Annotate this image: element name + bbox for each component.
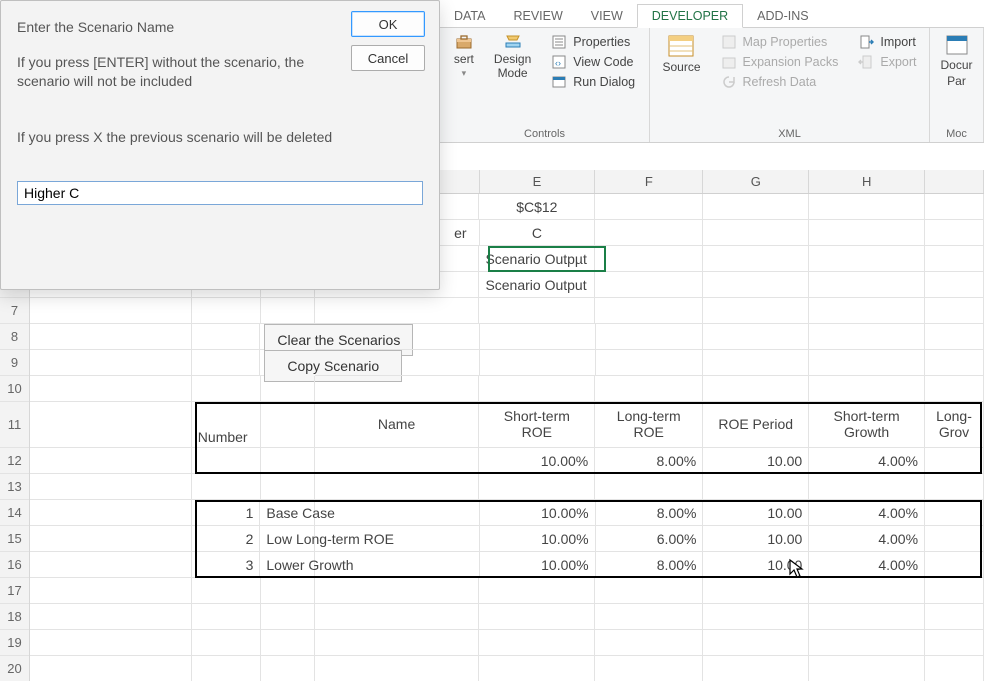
ruler-pencil-icon bbox=[505, 34, 521, 50]
row-header-13[interactable]: 13 bbox=[0, 474, 29, 500]
ok-button[interactable]: OK bbox=[351, 11, 425, 37]
table-row[interactable]: 10.00% 8.00% 10.00 4.00% bbox=[30, 448, 984, 474]
expansion-packs-icon bbox=[721, 54, 737, 70]
scenario-name-dialog: Enter the Scenario Name If you press [EN… bbox=[0, 0, 440, 290]
properties-button[interactable]: Properties bbox=[551, 32, 630, 52]
col-header-f[interactable]: F bbox=[595, 170, 703, 193]
ribbon-group-modify-label: Moc bbox=[946, 126, 967, 140]
ribbon-group-xml-label: XML bbox=[778, 126, 801, 140]
xml-source-button[interactable]: Source bbox=[658, 32, 704, 76]
row-header-14[interactable]: 14 bbox=[0, 500, 29, 526]
tab-data[interactable]: DATA bbox=[440, 5, 499, 27]
table-row[interactable]: 1 Base Case 10.00% 8.00% 10.00 4.00% bbox=[30, 500, 984, 526]
cell-e-scenario-output[interactable]: Scenario Output bbox=[479, 272, 595, 298]
row-header-19[interactable]: 19 bbox=[0, 630, 29, 656]
design-mode-button[interactable]: Design Mode bbox=[490, 32, 535, 82]
ribbon-group-controls-label: Controls bbox=[524, 126, 565, 140]
dialog-instruction-1: If you press [ENTER] without the scenari… bbox=[17, 53, 357, 91]
tab-addins[interactable]: ADD-INS bbox=[743, 5, 822, 27]
cancel-button[interactable]: Cancel bbox=[351, 45, 425, 71]
refresh-icon bbox=[721, 74, 737, 90]
properties-icon bbox=[551, 34, 567, 50]
row-header-7[interactable]: 7 bbox=[0, 298, 29, 324]
col-header-e[interactable]: E bbox=[480, 170, 596, 193]
ribbon-tabs: DATA REVIEW VIEW DEVELOPER ADD-INS bbox=[440, 0, 984, 28]
insert-control-button[interactable]: sert ▾ bbox=[450, 32, 478, 81]
xml-import-button[interactable]: Import bbox=[858, 32, 915, 52]
row-header-16[interactable]: 16 bbox=[0, 552, 29, 578]
document-panel-icon bbox=[945, 34, 969, 56]
row-header-8[interactable]: 8 bbox=[0, 324, 29, 350]
svg-text:‹›: ‹› bbox=[555, 58, 561, 68]
cell-e-scenario-output-active[interactable]: Scenario Outpµt bbox=[479, 246, 595, 272]
row-header-18[interactable]: 18 bbox=[0, 604, 29, 630]
toolbox-icon bbox=[456, 34, 472, 50]
header-short-term-roe: Short-termROE bbox=[485, 402, 588, 447]
header-roe-period: ROE Period bbox=[709, 402, 802, 447]
table-row[interactable]: 3 Lower Growth 10.00% 8.00% 10.00 4.00% bbox=[30, 552, 984, 578]
scenario-name-input[interactable] bbox=[17, 181, 423, 205]
row-header-17[interactable]: 17 bbox=[0, 578, 29, 604]
header-name: Name bbox=[321, 402, 473, 447]
row-header-15[interactable]: 15 bbox=[0, 526, 29, 552]
view-code-icon: ‹› bbox=[551, 54, 567, 70]
header-short-term-growth: Short-termGrowth bbox=[815, 402, 918, 447]
map-properties-button[interactable]: Map Properties bbox=[721, 32, 828, 52]
xml-export-button[interactable]: Export bbox=[858, 52, 916, 72]
tab-review[interactable]: REVIEW bbox=[499, 5, 576, 27]
xml-source-icon bbox=[667, 34, 695, 58]
tab-developer[interactable]: DEVELOPER bbox=[637, 4, 743, 28]
export-icon bbox=[858, 54, 874, 70]
row-header-10[interactable]: 10 bbox=[0, 376, 29, 402]
row-header-11[interactable]: 11 bbox=[0, 402, 29, 448]
row-header-9[interactable]: 9 bbox=[0, 350, 29, 376]
expansion-packs-button[interactable]: Expansion Packs bbox=[721, 52, 839, 72]
header-number: Number bbox=[198, 402, 254, 447]
col-header-g[interactable]: G bbox=[703, 170, 809, 193]
ribbon-body: sert ▾ Design Mode Properties ‹› bbox=[440, 28, 984, 143]
view-code-button[interactable]: ‹› View Code bbox=[551, 52, 633, 72]
header-long-term-roe: Long-termROE bbox=[601, 402, 696, 447]
run-dialog-button[interactable]: Run Dialog bbox=[551, 72, 635, 92]
col-header-h[interactable]: H bbox=[809, 170, 925, 193]
row-header-12[interactable]: 12 bbox=[0, 448, 29, 474]
map-properties-icon bbox=[721, 34, 737, 50]
cell-e-letter[interactable]: C bbox=[480, 220, 596, 246]
table-row[interactable]: 2 Low Long-term ROE 10.00% 6.00% 10.00 4… bbox=[30, 526, 984, 552]
cell-e-ref[interactable]: $C$12 bbox=[479, 194, 595, 220]
run-dialog-icon bbox=[551, 74, 567, 90]
header-long-term-growth: Long-Grov bbox=[931, 402, 977, 447]
dialog-instruction-2: If you press X the previous scenario wil… bbox=[17, 129, 423, 145]
document-panel-button[interactable]: Docur Par bbox=[937, 32, 977, 90]
tab-view[interactable]: VIEW bbox=[577, 5, 637, 27]
row-header-20[interactable]: 20 bbox=[0, 656, 29, 681]
import-icon bbox=[858, 34, 874, 50]
refresh-data-button[interactable]: Refresh Data bbox=[721, 72, 817, 92]
